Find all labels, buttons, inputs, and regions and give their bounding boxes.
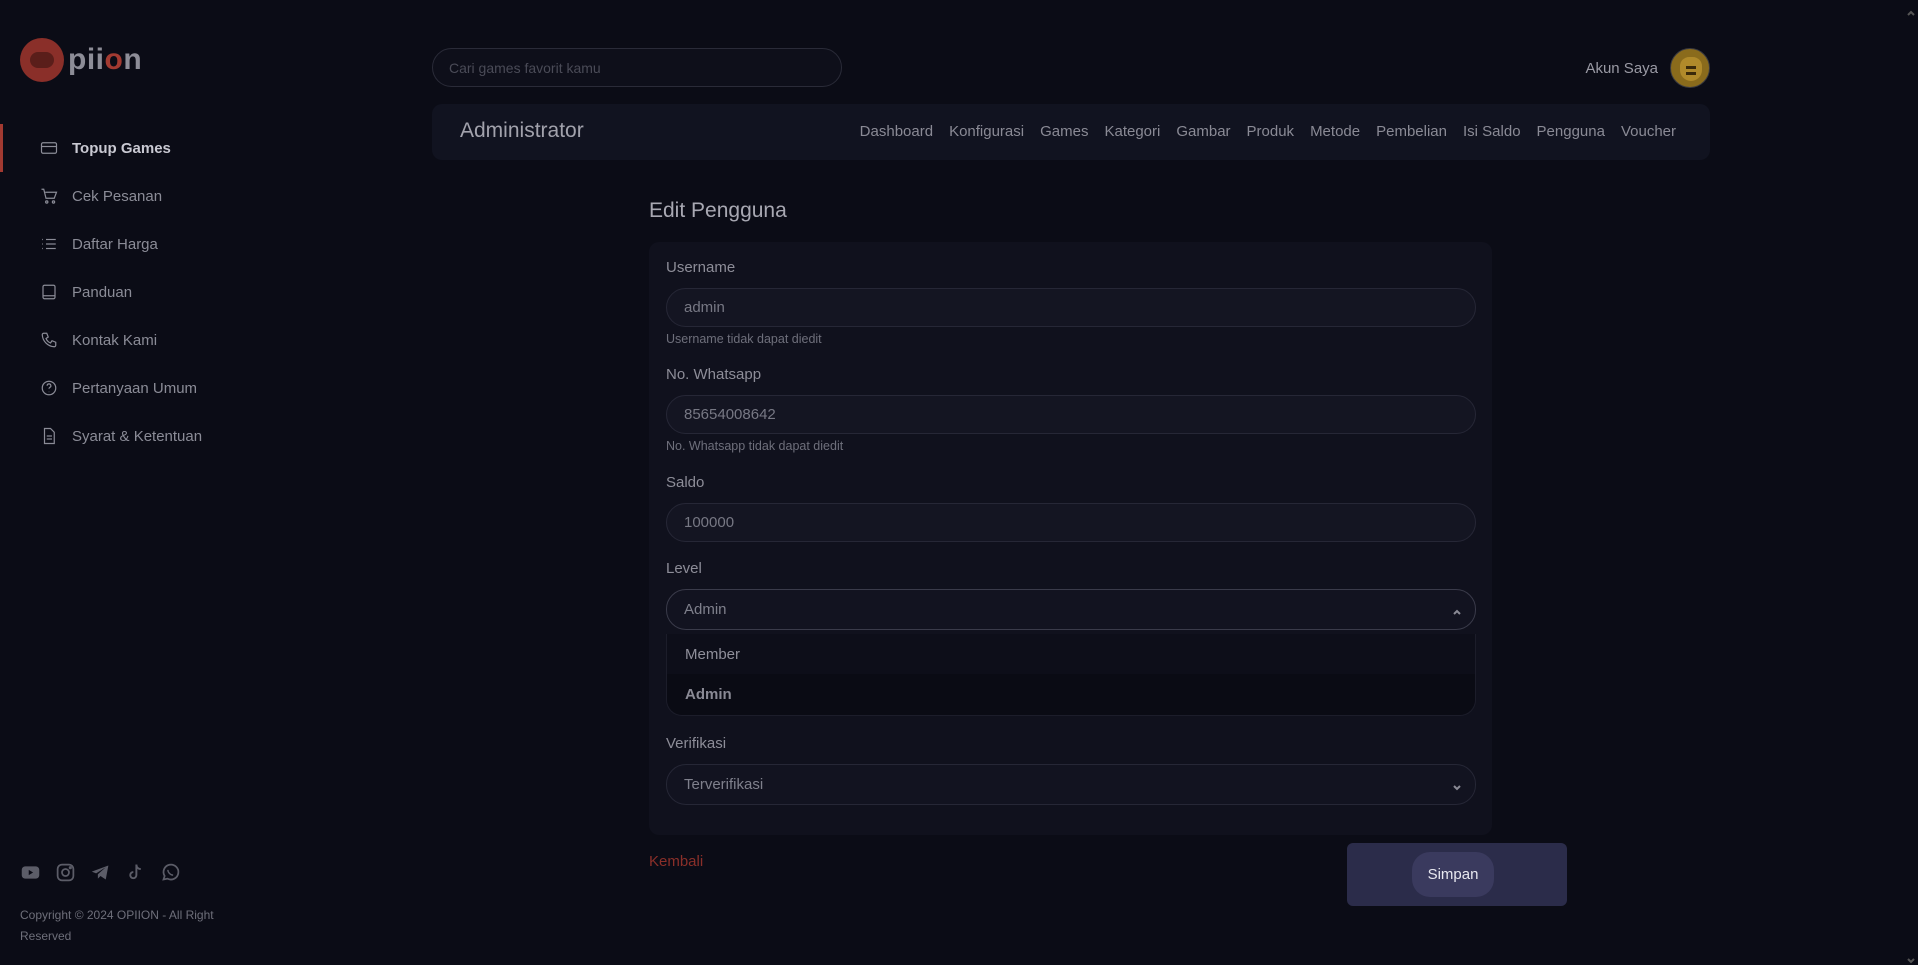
scroll-up-icon[interactable] <box>1907 4 1915 16</box>
search-input[interactable] <box>432 48 842 87</box>
social-links <box>20 862 181 883</box>
instagram-icon[interactable] <box>55 862 76 883</box>
sidebar: piion Topup Games Cek Pesanan Daftar Har… <box>0 0 260 965</box>
username-field[interactable]: admin <box>666 288 1476 327</box>
admin-link-isi-saldo[interactable]: Isi Saldo <box>1463 123 1521 140</box>
level-dropdown-menu: Member Admin <box>666 634 1476 716</box>
verifikasi-select-value: Terverifikasi <box>684 776 764 793</box>
admin-link-kategori[interactable]: Kategori <box>1104 123 1160 140</box>
admin-link-konfigurasi[interactable]: Konfigurasi <box>949 123 1024 140</box>
admin-link-pengguna[interactable]: Pengguna <box>1537 123 1605 140</box>
telegram-icon[interactable] <box>90 862 111 883</box>
admin-navbar: Administrator Dashboard Konfigurasi Game… <box>432 104 1710 160</box>
sidebar-item-label: Syarat & Ketentuan <box>72 427 203 445</box>
whatsapp-hint: No. Whatsapp tidak dapat diedit <box>666 439 844 453</box>
sidebar-item-label: Topup Games <box>72 139 171 157</box>
admin-link-games[interactable]: Games <box>1040 123 1088 140</box>
level-label: Level <box>666 560 702 577</box>
sidebar-item-daftar-harga[interactable]: Daftar Harga <box>0 220 260 268</box>
verifikasi-label: Verifikasi <box>666 735 727 752</box>
document-icon <box>40 427 58 445</box>
verifikasi-select[interactable]: Terverifikasi <box>666 764 1476 805</box>
logo-gamepad-icon <box>20 38 64 82</box>
list-icon <box>40 235 58 253</box>
sidebar-item-label: Panduan <box>72 283 133 301</box>
admin-link-voucher[interactable]: Voucher <box>1621 123 1676 140</box>
sidebar-item-topup-games[interactable]: Topup Games <box>0 124 260 172</box>
level-select[interactable]: Admin <box>666 589 1476 630</box>
question-icon <box>40 379 58 397</box>
logo[interactable]: piion <box>20 38 142 82</box>
account-label: Akun Saya <box>1585 59 1658 77</box>
book-icon <box>40 283 58 301</box>
admin-title: Administrator <box>460 119 584 142</box>
scrollbar[interactable] <box>1904 0 1918 965</box>
tiktok-icon[interactable] <box>125 862 146 883</box>
copyright-text: Copyright © 2024 OPIION - All Right Rese… <box>20 908 214 943</box>
save-button-container: Simpan <box>1347 843 1567 906</box>
page-title: Edit Pengguna <box>649 199 787 222</box>
back-link[interactable]: Kembali <box>649 853 703 870</box>
whatsapp-icon[interactable] <box>160 862 181 883</box>
cart-icon <box>40 187 58 205</box>
admin-links: Dashboard Konfigurasi Games Kategori Gam… <box>860 123 1676 140</box>
save-button[interactable]: Simpan <box>1412 852 1494 897</box>
sidebar-item-label: Cek Pesanan <box>72 187 163 205</box>
chevron-up-icon <box>1452 604 1462 615</box>
logo-text: piion <box>68 43 143 76</box>
username-label: Username <box>666 259 736 276</box>
saldo-field[interactable]: 100000 <box>666 503 1476 542</box>
admin-link-dashboard[interactable]: Dashboard <box>860 123 933 140</box>
admin-link-produk[interactable]: Produk <box>1247 123 1295 140</box>
sidebar-item-panduan[interactable]: Panduan <box>0 268 260 316</box>
edit-user-form: Username admin Username tidak dapat died… <box>649 242 1492 835</box>
whatsapp-field[interactable]: 85654008642 <box>666 395 1476 434</box>
level-option-highlight <box>667 674 1475 715</box>
admin-link-gambar[interactable]: Gambar <box>1176 123 1230 140</box>
sidebar-item-label: Daftar Harga <box>72 235 158 253</box>
level-option-member[interactable]: Member <box>685 646 740 663</box>
sidebar-item-cek-pesanan[interactable]: Cek Pesanan <box>0 172 260 220</box>
youtube-icon[interactable] <box>20 862 41 883</box>
phone-icon <box>40 331 58 349</box>
level-option-admin[interactable]: Admin <box>685 686 732 703</box>
account-menu[interactable]: Akun Saya <box>1585 48 1710 88</box>
level-select-value: Admin <box>684 601 727 618</box>
username-hint: Username tidak dapat diedit <box>666 332 822 346</box>
whatsapp-label: No. Whatsapp <box>666 366 762 383</box>
sidebar-item-kontak-kami[interactable]: Kontak Kami <box>0 316 260 364</box>
admin-link-pembelian[interactable]: Pembelian <box>1376 123 1447 140</box>
admin-link-metode[interactable]: Metode <box>1310 123 1360 140</box>
sidebar-item-label: Pertanyaan Umum <box>72 379 198 397</box>
sidebar-item-syarat-ketentuan[interactable]: Syarat & Ketentuan <box>0 412 260 460</box>
chevron-down-icon <box>1452 779 1462 791</box>
saldo-label: Saldo <box>666 474 705 491</box>
credit-card-icon <box>40 139 58 157</box>
sidebar-nav: Topup Games Cek Pesanan Daftar Harga Pan… <box>0 124 260 460</box>
avatar[interactable] <box>1670 48 1710 88</box>
sidebar-item-label: Kontak Kami <box>72 331 158 349</box>
scroll-down-icon[interactable] <box>1907 952 1915 964</box>
sidebar-item-pertanyaan-umum[interactable]: Pertanyaan Umum <box>0 364 260 412</box>
